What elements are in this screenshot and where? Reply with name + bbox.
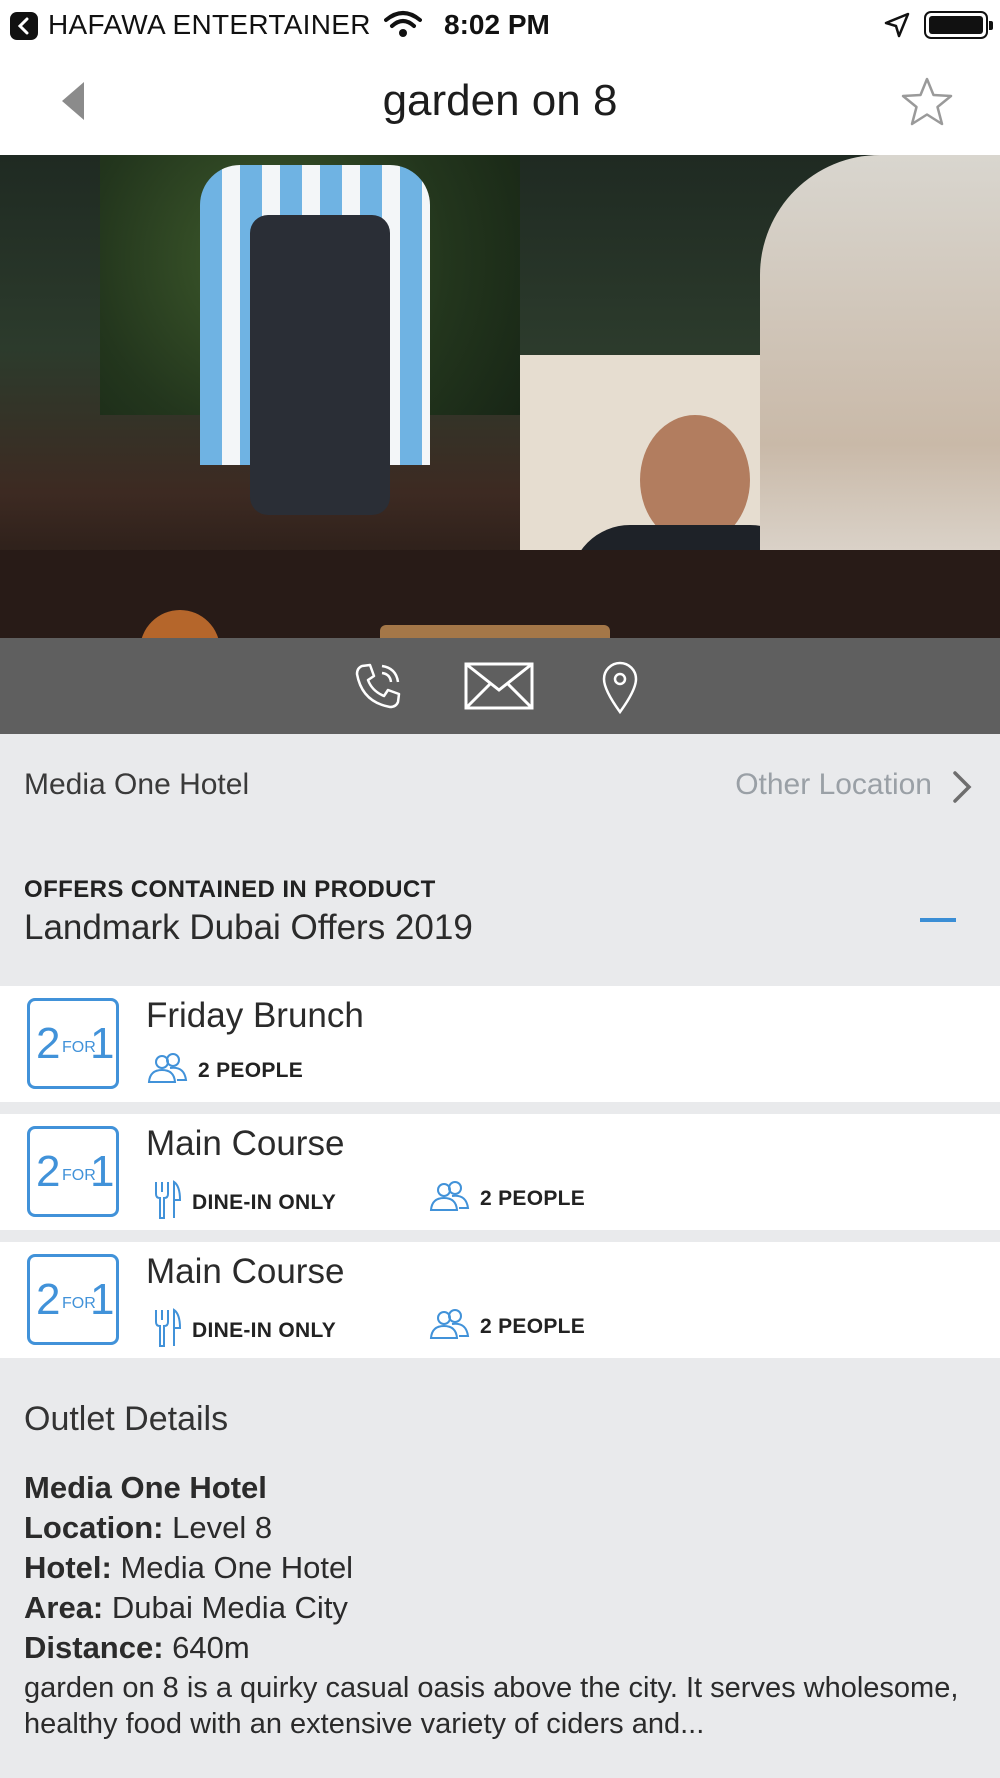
outlet-description: garden on 8 is a quirky casual oasis abo… [24, 1672, 959, 1740]
hero-image-carousel[interactable] [0, 155, 1000, 638]
mail-icon[interactable] [464, 660, 534, 717]
badge-one: 1 [90, 1019, 115, 1068]
battery-icon [924, 11, 993, 39]
outlet-location-label: Location: [24, 1510, 164, 1545]
outlet-area-value: Dubai Media City [111, 1590, 348, 1625]
offer-people: 2 PEOPLE [428, 1180, 585, 1218]
people-icon [146, 1052, 188, 1090]
status-bar: HAFAWA ENTERTAINER 8:02 PM [0, 0, 1000, 50]
hero-photo-tray [380, 625, 610, 638]
badge-one: 1 [90, 1147, 115, 1196]
offer-people-label: 2 PEOPLE [198, 1059, 304, 1082]
offer-people-label: 2 PEOPLE [480, 1187, 586, 1210]
cutlery-icon [152, 1308, 182, 1354]
outlet-location-line: Location: Level 8 [24, 1508, 353, 1548]
offers-product-name: Landmark Dubai Offers 2019 [24, 908, 473, 947]
phone-icon[interactable] [352, 660, 404, 717]
offer-people-label: 2 PEOPLE [480, 1315, 586, 1338]
cutlery-icon [152, 1180, 182, 1226]
two-for-one-badge: 2 FOR 1 [27, 1254, 119, 1345]
people-icon [428, 1180, 470, 1218]
offer-dine-in: DINE-IN ONLY [152, 1180, 336, 1226]
location-row: Media One Hotel Other Location [0, 734, 1000, 834]
chevron-right-icon[interactable] [952, 770, 972, 809]
offer-dine-in: DINE-IN ONLY [152, 1308, 336, 1354]
back-badge-icon[interactable] [10, 12, 38, 40]
offers-header: OFFERS CONTAINED IN PRODUCT Landmark Dub… [0, 834, 1000, 986]
offer-row[interactable]: 2 FOR 1 Main Course DINE-IN ONLY 2 PEOPL… [0, 1242, 1000, 1358]
offer-people: 2 PEOPLE [428, 1308, 585, 1346]
badge-two: 2 [36, 1275, 61, 1324]
outlet-info: Media One Hotel Location: Level 8 Hotel:… [24, 1468, 353, 1668]
other-location-link[interactable]: Other Location [735, 768, 932, 802]
outlet-area-label: Area: [24, 1590, 104, 1625]
badge-one: 1 [90, 1275, 115, 1324]
badge-two: 2 [36, 1147, 61, 1196]
badge-two: 2 [36, 1019, 61, 1068]
hero-photo-apron [250, 215, 390, 515]
contact-action-bar [0, 638, 1000, 734]
outlet-name: Media One Hotel [24, 1470, 267, 1505]
outlet-hotel-line: Hotel: Media One Hotel [24, 1548, 353, 1588]
outlet-distance-value: 640m [172, 1630, 250, 1665]
page-title: garden on 8 [382, 76, 618, 125]
outlet-hotel-value: Media One Hotel [120, 1550, 354, 1585]
star-icon[interactable] [900, 76, 954, 133]
status-time: 8:02 PM [444, 9, 550, 40]
outlet-details-heading: Outlet Details [24, 1400, 229, 1438]
two-for-one-badge: 2 FOR 1 [27, 998, 119, 1089]
map-pin-icon[interactable] [600, 660, 640, 719]
offer-row[interactable]: 2 FOR 1 Main Course DINE-IN ONLY 2 PEOPL… [0, 1114, 1000, 1230]
offer-dine-label: DINE-IN ONLY [192, 1319, 337, 1342]
two-for-one-badge: 2 FOR 1 [27, 1126, 119, 1217]
outlet-hotel-label: Hotel: [24, 1550, 112, 1585]
outlet-distance-label: Distance: [24, 1630, 164, 1665]
offer-dine-label: DINE-IN ONLY [192, 1191, 337, 1214]
offer-name: Friday Brunch [146, 996, 364, 1035]
offers-eyebrow: OFFERS CONTAINED IN PRODUCT [24, 876, 436, 903]
collapse-minus-icon[interactable] [918, 906, 958, 936]
offer-row[interactable]: 2 FOR 1 Friday Brunch 2 PEOPLE [0, 986, 1000, 1102]
outlet-distance-line: Distance: 640m [24, 1628, 353, 1668]
outlet-location-value: Level 8 [172, 1510, 273, 1545]
people-icon [428, 1308, 470, 1346]
wifi-icon [384, 10, 422, 43]
location-hotel-name: Media One Hotel [24, 768, 250, 801]
outlet-details: Outlet Details Media One Hotel Location:… [0, 1358, 1000, 1778]
offer-name: Main Course [146, 1124, 345, 1163]
offer-people: 2 PEOPLE [146, 1052, 303, 1090]
offer-name: Main Course [146, 1252, 345, 1291]
location-arrow-icon [884, 12, 910, 43]
carrier-label: HAFAWA ENTERTAINER [48, 9, 371, 40]
outlet-area-line: Area: Dubai Media City [24, 1588, 353, 1628]
nav-bar: garden on 8 [0, 50, 1000, 155]
